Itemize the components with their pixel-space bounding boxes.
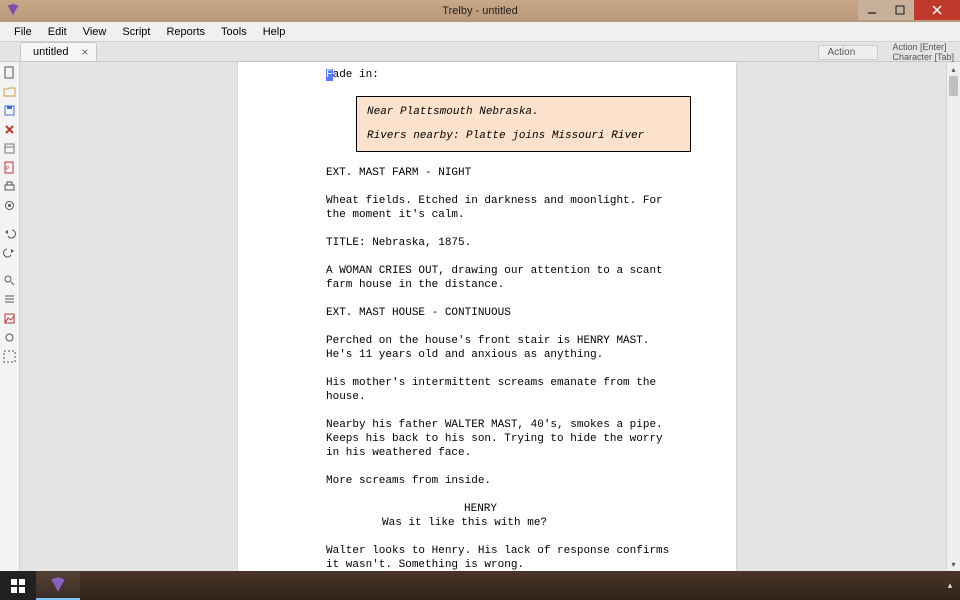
menu-tools[interactable]: Tools [213,24,255,40]
separator [2,263,18,269]
action[interactable]: Perched on the house's front stair is HE… [326,334,680,362]
tab-label: untitled [33,46,68,58]
action[interactable]: A WOMAN CRIES OUT, drawing our attention… [326,264,680,292]
pdf-icon[interactable]: P [2,159,18,175]
note-line: Rivers nearby: Platte joins Missouri Riv… [367,129,680,143]
editor[interactable]: Fade in: Near Plattsmouth Nebraska. Rive… [20,62,960,571]
main-area: P Fade in: Near Plattsmouth Nebraska. Ri… [0,62,960,571]
svg-text:P: P [6,166,10,172]
scroll-down-icon[interactable]: ▾ [947,557,960,571]
toolbar: P [0,62,20,571]
page[interactable]: Fade in: Near Plattsmouth Nebraska. Rive… [238,62,736,571]
character[interactable]: HENRY [326,502,680,516]
separator [2,216,18,222]
minimize-button[interactable] [858,0,886,20]
action[interactable]: Wheat fields. Etched in darkness and moo… [326,194,680,222]
scene-heading[interactable]: EXT. MAST HOUSE - CONTINUOUS [326,306,680,320]
tray-show-desktop[interactable]: ▴ [940,571,960,600]
status-bar: Action Action [Enter] Character [Tab] Pa… [818,42,954,62]
note-box[interactable]: Near Plattsmouth Nebraska. Rivers nearby… [356,96,691,152]
tools-icon[interactable] [2,329,18,345]
fade-in-line[interactable]: Fade in: [326,68,680,82]
scroll-thumb[interactable] [949,76,958,96]
hint-tab: Character [Tab] [892,52,954,62]
menubar: File Edit View Script Reports Tools Help [0,22,960,42]
menu-script[interactable]: Script [114,24,158,40]
close-file-icon[interactable] [2,121,18,137]
menu-view[interactable]: View [75,24,115,40]
tab-close-icon[interactable]: × [81,45,88,59]
menu-file[interactable]: File [6,24,40,40]
window-title: Trelby - untitled [442,5,517,17]
action[interactable]: Walter looks to Henry. His lack of respo… [326,544,680,571]
action[interactable]: Nearby his father WALTER MAST, 40's, smo… [326,418,680,460]
text-cursor: F [326,69,333,81]
taskbar: ▴ [0,571,960,600]
app-icon [6,3,20,17]
script-settings-icon[interactable] [2,140,18,156]
menu-edit[interactable]: Edit [40,24,75,40]
settings-icon[interactable] [2,197,18,213]
action[interactable]: TITLE: Nebraska, 1875. [326,236,680,250]
scene-heading[interactable]: EXT. MAST FARM - NIGHT [326,166,680,180]
action[interactable]: His mother's intermittent screams emanat… [326,376,680,404]
titlebar: Trelby - untitled [0,0,960,22]
save-icon[interactable] [2,102,18,118]
new-icon[interactable] [2,64,18,80]
start-button[interactable] [0,571,36,600]
note-line: Near Plattsmouth Nebraska. [367,105,680,119]
vertical-scrollbar[interactable]: ▴ ▾ [946,62,960,571]
menu-reports[interactable]: Reports [158,24,213,40]
document-tab[interactable]: untitled × [20,42,97,61]
text: ade in: [333,69,379,81]
dialogue[interactable]: Was it like this with me? [326,516,680,530]
print-icon[interactable] [2,178,18,194]
menu-help[interactable]: Help [255,24,294,40]
close-button[interactable] [914,0,960,20]
window-controls [858,0,960,20]
hint-enter: Action [Enter] [892,42,954,52]
keyboard-hints: Action [Enter] Character [Tab] [892,42,954,62]
find-icon[interactable] [2,272,18,288]
toggle-view-icon[interactable] [2,291,18,307]
undo-icon[interactable] [2,225,18,241]
scroll-up-icon[interactable]: ▴ [947,62,960,76]
tabbar: untitled × Action Action [Enter] Charact… [0,42,960,62]
redo-icon[interactable] [2,244,18,260]
action[interactable]: More screams from inside. [326,474,680,488]
maximize-button[interactable] [886,0,914,20]
reports-icon[interactable] [2,310,18,326]
open-icon[interactable] [2,83,18,99]
taskbar-app-trelby[interactable] [36,571,80,600]
fullscreen-icon[interactable] [2,348,18,364]
element-type-selector[interactable]: Action [818,45,878,60]
